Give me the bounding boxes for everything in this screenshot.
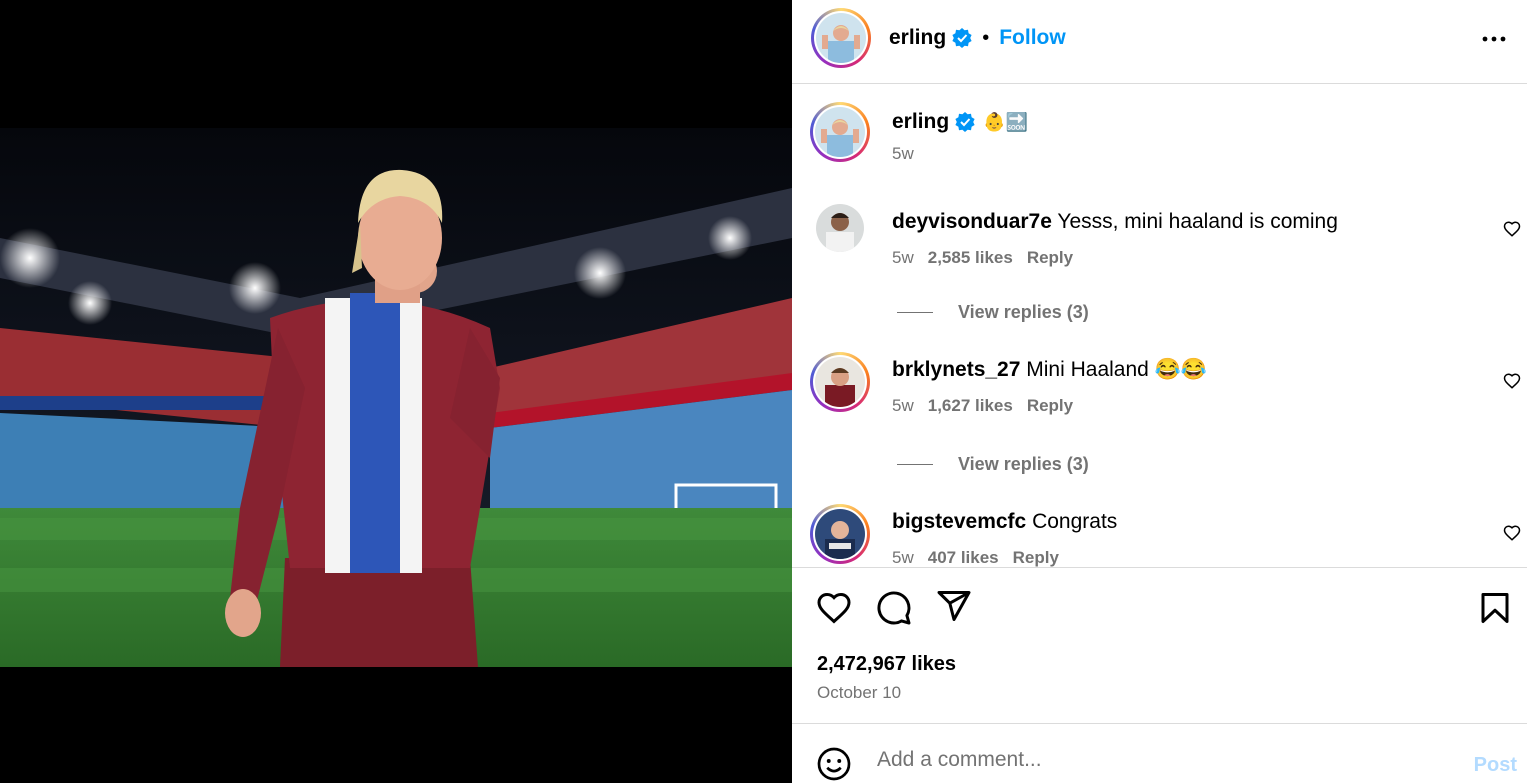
commenter-avatar[interactable] [810,504,870,564]
like-comment-heart-icon[interactable] [1503,220,1521,238]
view-replies-button[interactable]: View replies (3) [897,302,1089,323]
comment-item: brklynets_27 Mini Haaland 😂😂 5w 1,627 lik… [792,352,1527,475]
separator-dot: • [982,26,990,49]
like-heart-icon[interactable] [816,590,852,626]
like-comment-heart-icon[interactable] [1503,372,1521,390]
verified-badge-icon [955,112,975,132]
reply-button[interactable]: Reply [1013,548,1059,567]
more-options-icon[interactable] [1479,24,1509,54]
avatar-photo [816,13,866,63]
caption-author[interactable]: erling [892,110,949,134]
post-date: October 10 [817,683,902,702]
commenter-avatar[interactable] [810,352,870,412]
comment-author[interactable]: brklynets_27 [892,358,1020,381]
post-photo[interactable] [0,128,792,667]
view-replies-button[interactable]: View replies (3) [897,454,1089,475]
caption-time: 5w [892,144,914,163]
comment-text: Mini Haaland 😂😂 [1026,358,1207,381]
stadium-photo-illustration [0,128,792,667]
comment-item: deyvisonduar7e Yesss, mini haaland is co… [792,204,1527,324]
caption-text: 👶🔜 [983,111,1029,132]
comment-time: 5w [892,548,914,567]
like-comment-heart-icon[interactable] [1503,524,1521,542]
author-avatar[interactable] [811,8,871,68]
bookmark-icon[interactable] [1477,590,1513,626]
caption: erling 👶🔜 5w [792,102,1527,182]
commenter-avatar[interactable] [816,204,864,252]
reply-button[interactable]: Reply [1027,396,1073,415]
author-username[interactable]: erling [889,26,946,50]
comment-input[interactable] [877,748,1437,772]
caption-avatar[interactable] [810,102,870,162]
post-dialog: erling • Follow erling 👶🔜 5w deyvisondua… [0,0,1527,783]
comment-item: bigstevemcfc Congrats 5w 407 likes Reply [792,504,1527,567]
comment-composer: Post [792,723,1527,784]
comment-likes[interactable]: 407 likes [928,548,999,567]
follow-button[interactable]: Follow [999,26,1066,50]
post-actions: 2,472,967 likes October 10 [792,567,1527,724]
comment-text: Yesss, mini haaland is coming [1057,210,1338,233]
verified-badge-icon [952,28,972,48]
comment-likes[interactable]: 1,627 likes [928,396,1013,415]
post-header: erling • Follow [792,0,1527,84]
comment-author[interactable]: deyvisonduar7e [892,210,1052,233]
post-likes-count[interactable]: 2,472,967 likes [817,653,956,676]
reply-button[interactable]: Reply [1027,248,1073,267]
post-media [0,0,792,783]
comments-list[interactable]: erling 👶🔜 5w deyvisonduar7e Yesss, mini … [792,84,1527,567]
comment-bubble-icon[interactable] [876,590,912,626]
comment-text: Congrats [1032,510,1118,533]
post-comment-button[interactable]: Post [1474,754,1517,777]
post-side-panel: erling • Follow erling 👶🔜 5w deyvisondua… [792,0,1527,783]
emoji-icon[interactable] [816,746,852,782]
share-send-icon[interactable] [936,588,972,624]
comment-author[interactable]: bigstevemcfc [892,510,1026,533]
comment-time: 5w [892,396,914,415]
comment-likes[interactable]: 2,585 likes [928,248,1013,267]
comment-time: 5w [892,248,914,267]
